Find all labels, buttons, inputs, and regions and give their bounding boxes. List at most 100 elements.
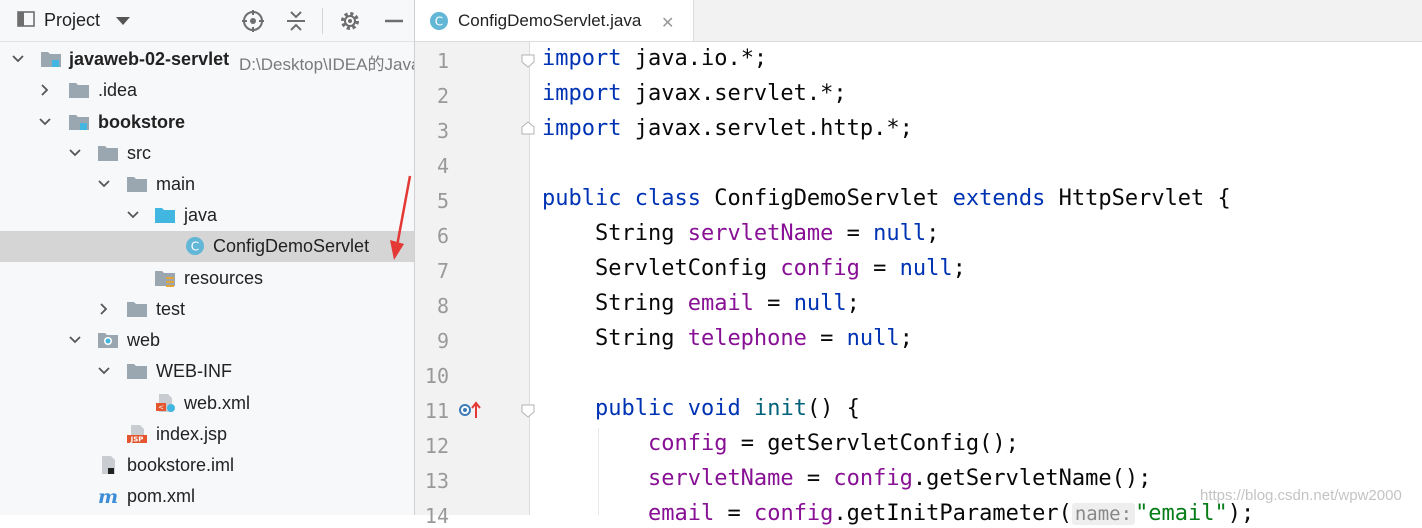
- editor-tab-configdemoservlet[interactable]: C ConfigDemoServlet.java ✕: [415, 0, 694, 41]
- tree-item-label: bookstore.iml: [127, 455, 235, 475]
- line-number: 5: [436, 189, 449, 213]
- project-view-title[interactable]: Project: [44, 10, 100, 31]
- tree-item-test[interactable]: test: [0, 294, 414, 325]
- tree-item-bookstore[interactable]: bookstore: [0, 107, 414, 138]
- line-number: 13: [424, 469, 449, 493]
- java-class-icon: C: [430, 12, 448, 30]
- chevron-down-icon[interactable]: [97, 364, 111, 378]
- tree-item-configdemoservlet[interactable]: C ConfigDemoServlet: [0, 231, 414, 262]
- tree-item-web[interactable]: web: [0, 325, 414, 356]
- project-tool-window: Project javaweb-02-servlet D:\Desktop\ID…: [0, 0, 414, 515]
- folder-icon: [127, 364, 147, 379]
- tree-item-label: pom.xml: [127, 486, 196, 506]
- tree-item-path: D:\Desktop\IDEA的Java: [239, 55, 414, 74]
- code-line: String telephone = null;: [542, 326, 913, 351]
- code-line: import javax.servlet.*;: [542, 81, 847, 106]
- java-class-icon: C: [186, 237, 204, 255]
- tree-item-label: .idea: [98, 80, 138, 100]
- annotation-arrow: [390, 175, 412, 260]
- line-number: 6: [436, 224, 449, 248]
- resources-folder-icon: [155, 271, 175, 287]
- line-number: 12: [424, 434, 449, 458]
- chevron-down-icon[interactable]: [97, 177, 111, 191]
- code-line: public class ConfigDemoServlet extends H…: [542, 186, 1231, 211]
- tree-item-label: web: [127, 330, 161, 350]
- line-number: 10: [424, 364, 449, 388]
- code-line: import java.io.*;: [542, 46, 768, 71]
- parameter-hint: name:: [1071, 503, 1136, 525]
- tree-item-label: test: [156, 299, 186, 319]
- svg-text:C: C: [435, 15, 443, 29]
- code-line: import javax.servlet.http.*;: [542, 116, 913, 141]
- tree-item-pom-xml[interactable]: m pom.xml: [0, 481, 414, 512]
- tree-item-web-inf[interactable]: WEB-INF: [0, 356, 414, 387]
- chevron-down-icon[interactable]: [68, 333, 82, 347]
- project-view-icon: [17, 11, 35, 27]
- maven-file-icon: m: [98, 486, 118, 506]
- iml-file-icon: [102, 456, 115, 474]
- svg-text:JSP: JSP: [130, 436, 144, 444]
- fold-marker-icon[interactable]: [521, 54, 535, 68]
- chevron-down-icon[interactable]: [11, 52, 25, 66]
- code-line: config = getServletConfig();: [647, 431, 1019, 456]
- header-separator: [322, 8, 323, 34]
- code-line: ServletConfig config = null;: [542, 256, 966, 281]
- tree-item-java[interactable]: java: [0, 200, 414, 231]
- override-method-icon[interactable]: [458, 400, 484, 420]
- folder-icon: [127, 177, 147, 192]
- chevron-right-icon[interactable]: [97, 302, 111, 316]
- svg-text:C: C: [191, 240, 199, 254]
- gear-icon[interactable]: [338, 9, 362, 33]
- tree-item-label: WEB-INF: [156, 361, 232, 381]
- line-number: 4: [436, 154, 449, 178]
- svg-text:m: m: [98, 486, 118, 506]
- tree-item-label: resources: [184, 268, 264, 288]
- tree-item-label: web.xml: [184, 393, 251, 413]
- project-header: Project: [0, 0, 414, 42]
- view-dropdown-icon[interactable]: [116, 17, 130, 25]
- tree-item-idea[interactable]: .idea: [0, 75, 414, 106]
- chevron-down-icon[interactable]: [68, 146, 82, 160]
- fold-end-marker-icon[interactable]: [521, 121, 535, 135]
- tree-item-label: src: [127, 143, 151, 163]
- fold-marker-icon[interactable]: [521, 404, 535, 418]
- line-number: 2: [436, 84, 449, 108]
- chevron-down-icon[interactable]: [38, 115, 52, 129]
- tab-label: ConfigDemoServlet.java: [458, 11, 642, 30]
- tree-item-index-jsp[interactable]: JSP index.jsp: [0, 419, 414, 450]
- editor-tab-bar: C ConfigDemoServlet.java ✕: [415, 0, 1422, 42]
- tree-item-javaweb-02-servlet[interactable]: javaweb-02-servlet D:\Desktop\IDEA的Java: [0, 44, 414, 75]
- module-folder-icon: [69, 115, 89, 130]
- tree-item-src[interactable]: src: [0, 138, 414, 169]
- xml-file-icon: <: [156, 394, 175, 412]
- line-number: 7: [436, 259, 449, 283]
- collapse-all-icon[interactable]: [284, 9, 308, 33]
- tree-item-label: ConfigDemoServlet: [213, 236, 370, 256]
- chevron-right-icon[interactable]: [38, 83, 52, 97]
- tree-item-web-xml[interactable]: < web.xml: [0, 388, 414, 419]
- line-number: 3: [436, 119, 449, 143]
- chevron-down-icon[interactable]: [126, 208, 140, 222]
- folder-icon: [69, 83, 89, 98]
- tree-item-main[interactable]: main: [0, 169, 414, 200]
- close-icon[interactable]: ✕: [661, 13, 674, 33]
- tree-item-label: java: [184, 205, 218, 225]
- tree-item-bookstore-iml[interactable]: bookstore.iml: [0, 450, 414, 481]
- tree-item-resources[interactable]: resources: [0, 263, 414, 294]
- module-folder-icon: [41, 52, 61, 67]
- folder-icon: [127, 302, 147, 317]
- watermark: https://blog.csdn.net/wpw2000: [1200, 487, 1402, 504]
- web-folder-icon: [98, 333, 118, 348]
- code-line: public void init() {: [594, 396, 860, 421]
- code-line: servletName = config.getServletName();: [647, 466, 1152, 491]
- svg-text:<: <: [158, 404, 164, 412]
- folder-icon: [98, 146, 118, 161]
- line-number: 14: [424, 504, 449, 528]
- locate-file-icon[interactable]: [241, 9, 265, 33]
- tree-item-label: bookstore: [98, 112, 186, 132]
- code-line: String email = null;: [542, 291, 860, 316]
- tree-item-label: main: [156, 174, 196, 194]
- source-folder-icon: [155, 208, 175, 223]
- code-line: email = config.getInitParameter(name: "em…: [647, 501, 1255, 526]
- hide-panel-icon[interactable]: [382, 9, 406, 33]
